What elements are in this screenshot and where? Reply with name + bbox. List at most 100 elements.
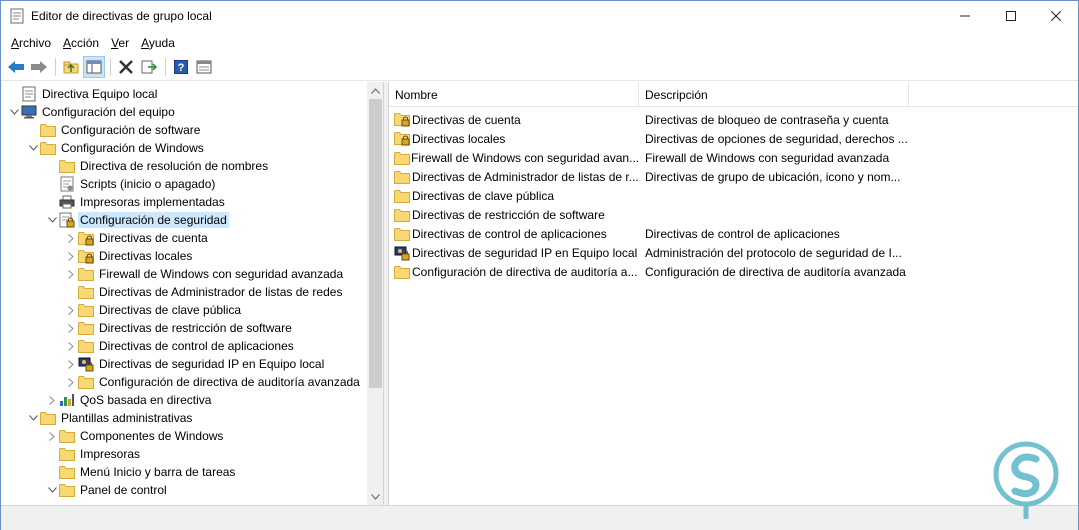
chevron-down-icon[interactable] <box>26 409 40 427</box>
folder-icon <box>394 207 411 223</box>
svg-text:?: ? <box>178 62 185 74</box>
chevron-down-icon[interactable] <box>7 103 21 121</box>
back-arrow-icon <box>8 61 24 73</box>
chevron-down-icon[interactable] <box>26 139 40 157</box>
close-button[interactable] <box>1033 1 1079 31</box>
chevron-down-icon[interactable] <box>45 211 59 229</box>
tree-item-label: Directivas de seguridad IP en Equipo loc… <box>99 357 325 371</box>
tree-item[interactable]: Plantillas administrativas <box>26 409 194 427</box>
locked-folder-icon <box>78 248 94 264</box>
tree-item[interactable]: QoS basada en directiva <box>45 391 213 409</box>
details-pane[interactable]: Nombre Descripción Directivas de cuenta D… <box>388 82 1078 505</box>
tree-item-label: Directiva Equipo local <box>42 87 158 101</box>
column-header-name[interactable]: Nombre <box>389 82 639 107</box>
menu-accion[interactable]: Acción <box>57 34 105 52</box>
menu-ver[interactable]: Ver <box>105 34 135 52</box>
tree-item[interactable]: Configuración de directiva de auditoría … <box>64 373 362 391</box>
scroll-down-arrow-icon[interactable] <box>367 488 383 505</box>
help-button[interactable]: ? <box>170 56 192 78</box>
forward-button[interactable] <box>28 56 50 78</box>
chevron-down-icon[interactable] <box>45 481 59 499</box>
list-item[interactable]: Directivas de Administrador de listas de… <box>389 167 909 186</box>
chevron-right-icon[interactable] <box>45 391 59 409</box>
chevron-right-icon[interactable] <box>45 427 59 445</box>
show-hide-tree-button[interactable] <box>83 56 105 78</box>
list-item[interactable]: Directivas de cuenta Directivas de bloque… <box>389 110 909 129</box>
tree-item[interactable]: Directivas de Administrador de listas de… <box>64 283 344 301</box>
tree-item[interactable]: Directiva de resolución de nombres <box>45 157 270 175</box>
tree-item-label: Directivas de restricción de software <box>99 321 292 335</box>
app-window: Editor de directivas de grupo local Arch… <box>0 0 1079 530</box>
chevron-right-icon[interactable] <box>64 337 78 355</box>
properties-button[interactable] <box>193 56 215 78</box>
tree-item[interactable]: Firewall de Windows con seguridad avanza… <box>64 265 345 283</box>
scrollbar-thumb[interactable] <box>369 99 382 388</box>
tree-item[interactable]: Directivas de seguridad IP en Equipo loc… <box>64 355 326 373</box>
tree-pane[interactable]: Directiva Equipo local Configuración del … <box>2 82 384 505</box>
list-item[interactable]: Configuración de directiva de auditoría … <box>389 262 909 281</box>
tree-item[interactable]: Menú Inicio y barra de tareas <box>45 463 237 481</box>
tree-item[interactable]: Directivas de control de aplicaciones <box>64 337 296 355</box>
chevron-right-icon[interactable] <box>64 265 78 283</box>
list-item[interactable]: Directivas de restricción de software <box>389 205 909 224</box>
tree-item[interactable]: Configuración de seguridad <box>45 211 229 229</box>
list-item[interactable]: Directivas de clave pública <box>389 186 909 205</box>
folder-icon <box>394 226 411 242</box>
expander-placeholder <box>45 193 59 211</box>
chevron-right-icon[interactable] <box>64 319 78 337</box>
chevron-right-icon[interactable] <box>64 355 78 373</box>
tree-item[interactable]: Configuración de software <box>26 121 202 139</box>
list-item-name-cell: Directivas locales <box>389 131 639 147</box>
tree-item[interactable]: Directivas de restricción de software <box>64 319 294 337</box>
folder-icon <box>394 188 411 204</box>
tree-item[interactable]: Configuración de Windows <box>26 139 206 157</box>
list-item-name-cell: Directivas de control de aplicaciones <box>389 226 639 242</box>
expander-placeholder <box>64 283 78 301</box>
tree-item-label: Impresoras implementadas <box>80 195 225 209</box>
list-item[interactable]: Firewall de Windows con seguridad avan..… <box>389 148 909 167</box>
tree-item[interactable]: Impresoras <box>45 445 142 463</box>
up-level-button[interactable] <box>60 56 82 78</box>
menu-ayuda[interactable]: Ayuda <box>135 34 181 52</box>
toolbar-separator <box>165 58 166 76</box>
list-item-name-cell: Firewall de Windows con seguridad avan..… <box>389 150 639 166</box>
tree-item[interactable]: Directivas de clave pública <box>64 301 243 319</box>
tree-scrollbar[interactable] <box>367 82 383 505</box>
list-item[interactable]: Directivas de seguridad IP en Equipo loc… <box>389 243 909 262</box>
chevron-right-icon[interactable] <box>64 229 78 247</box>
forward-arrow-icon <box>31 61 47 73</box>
chevron-right-icon[interactable] <box>64 247 78 265</box>
delete-button[interactable] <box>115 56 137 78</box>
back-button[interactable] <box>5 56 27 78</box>
folder-icon <box>78 320 94 336</box>
scroll-up-arrow-icon[interactable] <box>367 82 383 99</box>
title-bar[interactable]: Editor de directivas de grupo local <box>1 1 1078 32</box>
minimize-button[interactable] <box>942 1 988 31</box>
tree-item[interactable]: Directivas locales <box>64 247 194 265</box>
tree-item[interactable]: Panel de control <box>45 481 169 499</box>
script-icon <box>59 176 75 192</box>
list-item[interactable]: Directivas de control de aplicaciones Dir… <box>389 224 909 243</box>
tree-item[interactable]: Directivas de cuenta <box>64 229 210 247</box>
list-item-name-cell: Directivas de cuenta <box>389 112 639 128</box>
locked-folder-icon <box>78 230 94 246</box>
list-item[interactable]: Directivas locales Directivas de opciones… <box>389 129 909 148</box>
expander-placeholder <box>45 463 59 481</box>
expander-placeholder <box>45 445 59 463</box>
properties-icon <box>196 60 212 74</box>
maximize-button[interactable] <box>988 1 1034 31</box>
tree-item-label: Plantillas administrativas <box>61 411 193 425</box>
folder-icon <box>40 140 56 156</box>
chevron-right-icon[interactable] <box>64 373 78 391</box>
menu-archivo[interactable]: Archivo <box>5 34 57 52</box>
tree-item[interactable]: Directiva Equipo local <box>7 85 159 103</box>
ip-security-icon <box>78 356 94 372</box>
chevron-right-icon[interactable] <box>64 301 78 319</box>
tree-item[interactable]: Componentes de Windows <box>45 427 225 445</box>
column-header-description[interactable]: Descripción <box>639 82 909 107</box>
tree-item[interactable]: Configuración del equipo <box>7 103 177 121</box>
tree-item[interactable]: Scripts (inicio o apagado) <box>45 175 217 193</box>
tree-item[interactable]: Impresoras implementadas <box>45 193 227 211</box>
tree-item-label: Configuración de directiva de auditoría … <box>99 375 360 389</box>
export-list-button[interactable] <box>138 56 160 78</box>
